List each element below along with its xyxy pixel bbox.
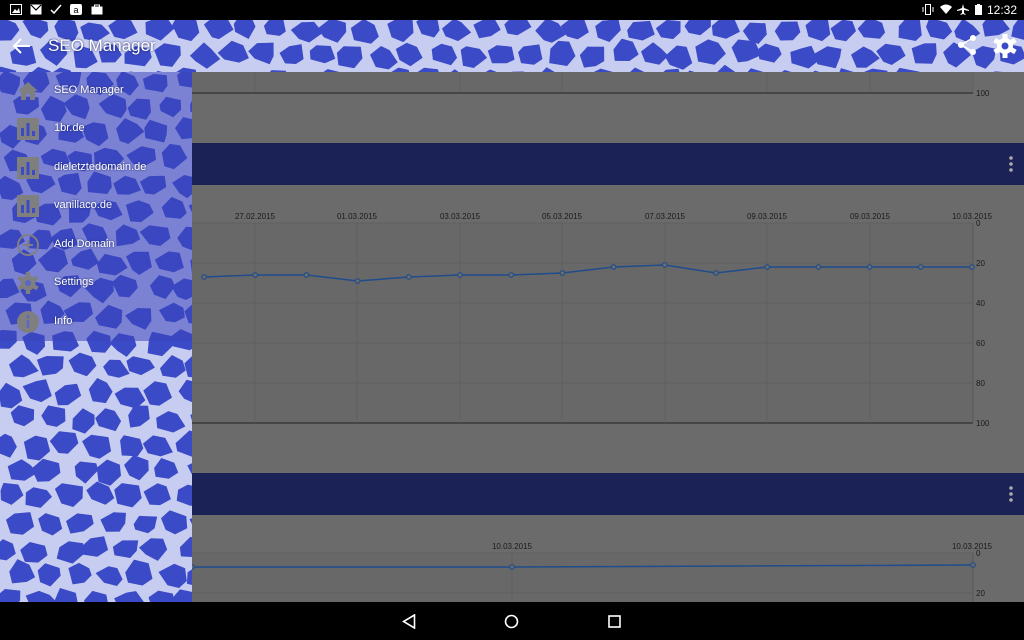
back-arrow-button[interactable] bbox=[10, 34, 34, 58]
home-icon[interactable] bbox=[504, 614, 519, 629]
x-tick-label: 27.02.2015 bbox=[235, 212, 276, 221]
drawer-item-settings[interactable]: Settings bbox=[0, 264, 192, 302]
x-tick-label: 05.03.2015 bbox=[542, 212, 583, 221]
domain-list: 100 0 20 40 60 80 100 27.02.2015 01.03.2015 03.0… bbox=[192, 72, 1024, 602]
x-tick-label: 09.03.2015 bbox=[850, 212, 891, 221]
data-point bbox=[508, 272, 515, 278]
y-tick-label: 20 bbox=[976, 589, 985, 598]
drawer-item-add-domain[interactable]: Add Domain bbox=[0, 226, 192, 264]
y-tick-label: 60 bbox=[976, 339, 985, 348]
x-tick-label: 10.03.2015 bbox=[952, 212, 993, 221]
image-icon bbox=[10, 4, 22, 15]
data-point bbox=[303, 272, 310, 278]
bar-chart-icon bbox=[17, 195, 39, 217]
app-title: SEO Manager bbox=[48, 36, 156, 55]
gear-icon bbox=[17, 272, 39, 294]
svg-text:a: a bbox=[73, 5, 78, 15]
y-tick-label: 80 bbox=[976, 379, 985, 388]
drawer-item-vanillaco-de[interactable]: vanillaco.de bbox=[0, 187, 192, 225]
data-point bbox=[192, 564, 195, 570]
y-tick-label: 100 bbox=[976, 89, 990, 98]
drawer-item-label: Info bbox=[54, 315, 73, 327]
amazon-icon: a bbox=[70, 4, 82, 15]
drawer-item-seo-manager[interactable]: SEO Manager bbox=[0, 72, 192, 110]
bag-icon bbox=[91, 4, 103, 15]
data-point bbox=[917, 264, 924, 270]
drawer-item-1br-de[interactable]: 1br.de bbox=[0, 110, 192, 148]
data-point bbox=[354, 278, 361, 284]
drawer-item-label: vanillaco.de bbox=[54, 199, 113, 211]
data-point bbox=[713, 270, 719, 276]
data-point bbox=[970, 562, 976, 568]
clock: 12:32 bbox=[986, 3, 1017, 17]
data-point bbox=[252, 272, 259, 278]
info-icon bbox=[17, 311, 39, 333]
drawer-item-info[interactable]: Info bbox=[0, 303, 192, 341]
airplane-icon bbox=[957, 4, 969, 15]
drawer-item-label: Add Domain bbox=[54, 238, 115, 250]
drawer-item-label: SEO Manager bbox=[54, 84, 124, 96]
navigation-bar bbox=[0, 602, 1024, 640]
status-bar: a 12:32 bbox=[0, 0, 1024, 20]
data-point bbox=[969, 264, 975, 270]
x-tick-label: 07.03.2015 bbox=[645, 212, 686, 221]
settings-icon[interactable] bbox=[992, 33, 1018, 59]
check-icon bbox=[50, 4, 62, 15]
recents-icon[interactable] bbox=[608, 615, 621, 628]
overflow-menu-icon[interactable] bbox=[1008, 485, 1014, 503]
data-point bbox=[610, 264, 617, 270]
battery-icon bbox=[975, 4, 982, 15]
home-icon bbox=[18, 82, 38, 100]
chart-2: 02040608010027.02.2015 01.03.2015 03.03.20… bbox=[192, 212, 993, 428]
data-point bbox=[457, 272, 463, 278]
data-point bbox=[405, 274, 412, 280]
x-tick-label: 10.03.2015 bbox=[952, 542, 993, 551]
data-point bbox=[509, 564, 515, 570]
x-tick-label: 03.03.2015 bbox=[440, 212, 481, 221]
data-point bbox=[815, 264, 822, 270]
bar-chart-icon bbox=[17, 157, 39, 179]
y-tick-label: 100 bbox=[976, 419, 990, 428]
action-bar: SEO Manager bbox=[0, 20, 1024, 72]
drawer-item-label: dieletztedomain.de bbox=[54, 161, 147, 173]
back-icon[interactable] bbox=[402, 614, 416, 629]
bar-chart-icon bbox=[17, 118, 39, 140]
data-point bbox=[201, 274, 207, 280]
drawer-item-dieletztedomain-de[interactable]: dieletztedomain.de bbox=[0, 149, 192, 187]
chart-3: 02010.03.2015 10.03.2015 bbox=[192, 542, 993, 602]
domain-card-header[interactable] bbox=[192, 143, 1024, 185]
drawer-item-label: 1br.de bbox=[54, 122, 85, 134]
data-point bbox=[764, 264, 771, 270]
data-point bbox=[866, 264, 873, 270]
data-point bbox=[559, 270, 566, 276]
add-circle-icon bbox=[17, 234, 39, 256]
gmail-icon bbox=[30, 4, 42, 15]
share-icon[interactable] bbox=[955, 33, 979, 57]
drawer-item-label: Settings bbox=[54, 276, 94, 288]
data-point bbox=[661, 262, 668, 268]
y-tick-label: 20 bbox=[976, 259, 985, 268]
domain-card-header[interactable] bbox=[192, 473, 1024, 515]
x-tick-label: 09.03.2015 bbox=[747, 212, 788, 221]
y-tick-label: 40 bbox=[976, 299, 985, 308]
navigation-drawer: SEO Manager 1br.de dieletztedomain.de va… bbox=[0, 72, 192, 602]
vibrate-icon bbox=[922, 4, 934, 15]
x-tick-label: 01.03.2015 bbox=[337, 212, 378, 221]
x-tick-label: 10.03.2015 bbox=[492, 542, 533, 551]
overflow-menu-icon[interactable] bbox=[1008, 155, 1014, 173]
chart-1: 100 bbox=[192, 72, 990, 98]
wifi-icon bbox=[940, 4, 952, 14]
drawer-menu: SEO Manager 1br.de dieletztedomain.de va… bbox=[0, 72, 192, 341]
